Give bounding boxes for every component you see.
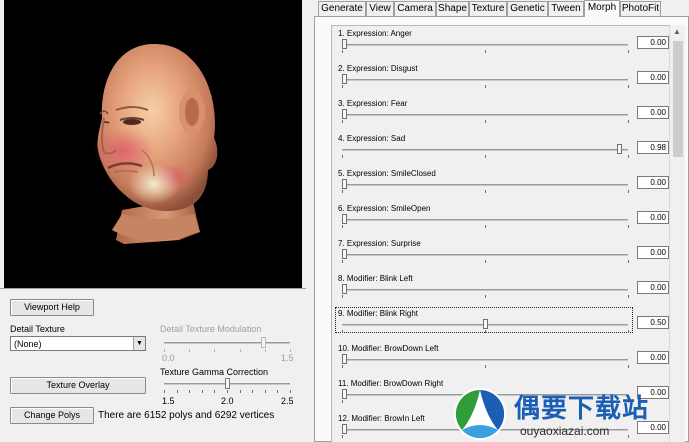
site-watermark: 偶要下载站 ouyaoxiazai.com (452, 384, 688, 442)
morph-scrollbar[interactable]: ▲ (669, 25, 685, 442)
morph-label: 11. Modifier: BrowDown Right (338, 379, 444, 388)
morph-slider[interactable] (342, 354, 629, 368)
detail-modulation-label: Detail Texture Modulation (160, 324, 262, 334)
morph-slider-thumb[interactable] (342, 74, 347, 84)
morph-slider-thumb[interactable] (342, 389, 347, 399)
detail-texture-value: (None) (14, 339, 42, 349)
chevron-down-icon[interactable]: ▼ (133, 337, 145, 350)
morph-item: 5. Expression: SmileClosed 0.00 (332, 166, 669, 201)
gamma-mid: 2.0 (221, 396, 234, 406)
detail-modulation-max: 1.5 (281, 353, 294, 363)
morph-label: 7. Expression: Surprise (338, 239, 421, 248)
morph-item: 2. Expression: Disgust 0.00 (332, 61, 669, 96)
morph-slider-thumb[interactable] (482, 319, 488, 329)
gamma-label: Texture Gamma Correction (160, 367, 269, 377)
morph-value-field[interactable]: 0.00 (637, 211, 669, 224)
morph-value-field[interactable]: 0.00 (637, 246, 669, 259)
morph-slider[interactable] (342, 109, 629, 123)
morph-label: 6. Expression: SmileOpen (338, 204, 431, 213)
morph-list: 1. Expression: Anger 0.00 2. Expression: D… (331, 25, 669, 442)
morph-slider-thumb[interactable] (342, 109, 347, 119)
morph-value-field[interactable]: 0.98 (637, 141, 669, 154)
morph-label: 1. Expression: Anger (338, 29, 412, 38)
tab-texture[interactable]: Texture (469, 1, 507, 16)
morph-label: 12. Modifier: BrowIn Left (338, 414, 425, 423)
viewport-help-button[interactable]: Viewport Help (10, 299, 94, 316)
morph-label: 3. Expression: Fear (338, 99, 408, 108)
morph-value-field[interactable]: 0.00 (637, 176, 669, 189)
morph-slider[interactable] (342, 74, 629, 88)
detail-texture-label: Detail Texture (10, 324, 65, 334)
change-polys-button[interactable]: Change Polys (10, 407, 94, 424)
watermark-logo-icon (454, 388, 506, 440)
scroll-up-icon[interactable]: ▲ (673, 27, 681, 36)
tab-genetic[interactable]: Genetic (507, 1, 548, 16)
morph-slider-thumb[interactable] (342, 249, 347, 259)
morph-slider-thumb[interactable] (617, 144, 623, 154)
morph-value-field[interactable]: 0.50 (637, 316, 669, 329)
3d-viewport[interactable] (4, 0, 302, 288)
gamma-thumb[interactable] (224, 378, 230, 389)
morph-label: 5. Expression: SmileClosed (338, 169, 436, 178)
morph-value-field[interactable]: 0.00 (637, 281, 669, 294)
morph-value-field[interactable]: 0.00 (637, 71, 669, 84)
morph-item: 1. Expression: Anger 0.00 (332, 26, 669, 61)
morph-slider[interactable] (342, 144, 629, 158)
morph-value-field[interactable]: 0.00 (637, 106, 669, 119)
morph-panel: 1. Expression: Anger 0.00 2. Expression: D… (314, 16, 689, 442)
watermark-url: ouyaoxiazai.com (520, 424, 610, 438)
tab-bar: Generate View Camera Shape Texture Genetic Twe… (314, 0, 689, 17)
morph-label: 2. Expression: Disgust (338, 64, 418, 73)
poly-info: There are 6152 polys and 6292 vertices (98, 410, 275, 421)
texture-overlay-button[interactable]: Texture Overlay (10, 377, 146, 394)
detail-modulation-slider (164, 336, 291, 352)
morph-label: 8. Modifier: Blink Left (338, 274, 413, 283)
morph-value-field[interactable]: 0.00 (637, 36, 669, 49)
tab-view[interactable]: View (366, 1, 394, 16)
morph-item: 10. Modifier: BrowDown Left 0.00 (332, 341, 669, 376)
morph-label: 10. Modifier: BrowDown Left (338, 344, 439, 353)
tab-generate[interactable]: Generate (318, 1, 366, 16)
morph-slider-thumb[interactable] (342, 39, 347, 49)
morph-slider-thumb[interactable] (342, 179, 347, 189)
render-settings-panel: Viewport Help Detail Texture (None) ▼ De… (0, 288, 306, 442)
gamma-max: 2.5 (281, 396, 294, 406)
morph-slider-thumb[interactable] (342, 424, 347, 434)
morph-slider-thumb[interactable] (342, 354, 347, 364)
morph-slider[interactable] (342, 179, 629, 193)
morph-label: 4. Expression: Sad (338, 134, 406, 143)
tab-shape[interactable]: Shape (436, 1, 469, 16)
morph-item: 7. Expression: Surprise 0.00 (332, 236, 669, 271)
watermark-name: 偶要下载站 (514, 394, 650, 424)
scroll-thumb[interactable] (673, 41, 683, 157)
gamma-slider[interactable] (164, 377, 291, 393)
morph-slider[interactable] (342, 249, 629, 263)
tab-camera[interactable]: Camera (394, 1, 436, 16)
morph-value-field[interactable]: 0.00 (637, 351, 669, 364)
morph-slider-thumb[interactable] (342, 214, 347, 224)
morph-item: 6. Expression: SmileOpen 0.00 (332, 201, 669, 236)
tab-morph[interactable]: Morph (584, 0, 620, 17)
morph-item: 9. Modifier: Blink Right 0.50 (332, 306, 669, 341)
tab-photofit[interactable]: PhotoFit (620, 1, 661, 16)
morph-slider[interactable] (342, 214, 629, 228)
detail-modulation-thumb (260, 337, 266, 348)
gamma-min: 1.5 (162, 396, 175, 406)
head-render (94, 44, 218, 244)
morph-slider[interactable] (342, 284, 629, 298)
detail-texture-select[interactable]: (None) ▼ (10, 336, 146, 351)
morph-slider[interactable] (342, 39, 629, 53)
morph-slider[interactable] (342, 319, 629, 333)
morph-item: 8. Modifier: Blink Left 0.00 (332, 271, 669, 306)
morph-item: 4. Expression: Sad 0.98 (332, 131, 669, 166)
tab-tween[interactable]: Tween (548, 1, 584, 16)
morph-slider-thumb[interactable] (342, 284, 347, 294)
morph-item: 3. Expression: Fear 0.00 (332, 96, 669, 131)
morph-label: 9. Modifier: Blink Right (338, 309, 419, 318)
detail-modulation-min: 0.0 (162, 353, 175, 363)
